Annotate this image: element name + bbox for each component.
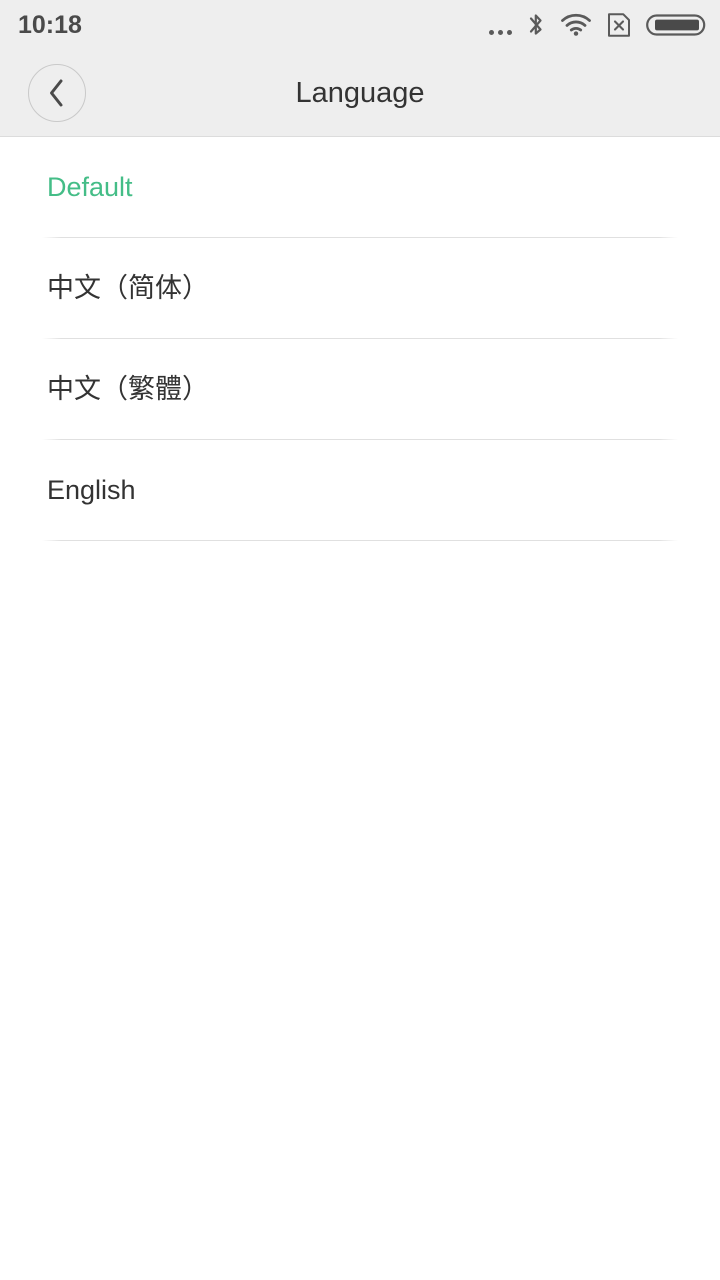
list-item-label: Default (47, 171, 133, 202)
list-item-label: 中文（简体） (47, 272, 209, 303)
list-item-label: English (47, 474, 136, 505)
status-bar-clock: 10:18 (18, 10, 82, 39)
list-item-label: 中文（繁體） (47, 373, 209, 404)
status-bar: 10:18 (0, 0, 720, 50)
wifi-icon (560, 13, 592, 37)
list-item-default[interactable]: Default (0, 137, 720, 237)
status-bar-icons (489, 11, 706, 39)
bluetooth-icon (526, 12, 546, 38)
language-list: Default 中文（简体） 中文（繁體） English (0, 137, 720, 541)
page-title: Language (295, 76, 425, 109)
back-button[interactable] (28, 64, 86, 122)
battery-icon (646, 12, 706, 38)
more-dots-icon (489, 11, 512, 39)
chevron-left-icon (45, 77, 69, 109)
list-item-chinese-simplified[interactable]: 中文（简体） (0, 238, 720, 338)
no-sim-icon (606, 12, 632, 38)
list-item-english[interactable]: English (0, 440, 720, 540)
list-divider (42, 540, 678, 541)
list-item-chinese-traditional[interactable]: 中文（繁體） (0, 339, 720, 439)
app-bar: Language (0, 50, 720, 137)
